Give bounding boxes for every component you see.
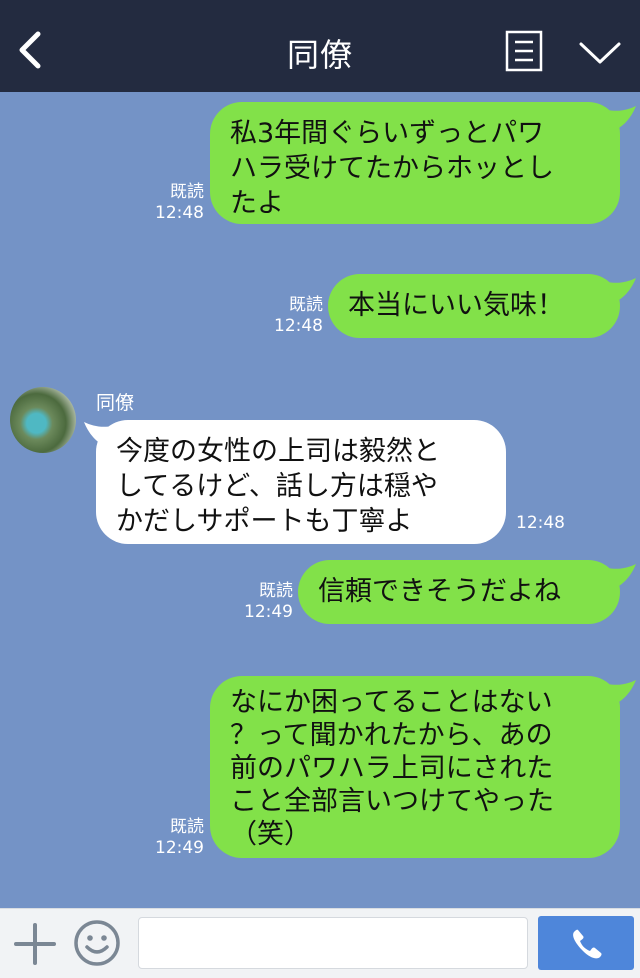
smiley-icon [74,920,120,966]
message-meta: 既読 12:49 [244,581,293,623]
message-meta: 既読 12:48 [274,295,323,337]
message-line: ハラ受けてたからホッとし [230,153,554,184]
message-line: （笑） [230,819,311,850]
message-line: こと全部言いつけてやった [230,786,554,817]
message-line: 前のパワハラ上司にされた [230,753,554,784]
message-line: してるけど、話し方は穏や [116,471,438,502]
message-bubble[interactable]: 本当にいい気味！ [328,274,620,338]
bubble-tail [608,106,636,132]
call-button[interactable] [538,916,634,970]
bubble-tail [608,564,636,590]
message-time: 12:49 [155,838,204,858]
message-time: 12:48 [274,316,323,336]
chat-area[interactable]: 既読 12:48 私3年間ぐらいずっとパワ ハラ受けてたからホッとし たよ 既読… [0,92,640,908]
plus-icon [14,923,56,965]
collapse-button[interactable] [578,38,622,68]
message-time: 12:48 [516,513,565,533]
message-line: 本当にいい気味！ [348,290,564,321]
emoji-button[interactable] [73,919,121,967]
message-meta: 12:48 [516,513,565,534]
sender-name: 同僚 [96,392,135,414]
message-bubble[interactable]: 私3年間ぐらいずっとパワ ハラ受けてたからホッとし たよ [210,102,620,224]
message-line: 今度の女性の上司は毅然と [116,436,440,467]
message-line: 信頼できそうだよね [318,576,561,607]
chat-title: 同僚 [286,36,353,74]
message-meta: 既読 12:48 [155,182,204,224]
message-time: 12:48 [155,203,204,223]
message-line: かだしサポートも丁寧よ [116,506,413,537]
document-menu-icon [505,30,543,72]
avatar[interactable] [10,387,76,453]
read-receipt: 既読 [170,182,204,202]
chevron-down-icon [579,42,621,64]
message-meta: 既読 12:49 [155,817,204,859]
chat-header: 同僚 [0,0,640,92]
message-line: ？って聞かれたから、あの [230,720,553,751]
message-input[interactable] [138,917,528,969]
read-receipt: 既読 [259,581,293,601]
message-line: 私3年間ぐらいずっとパワ [230,118,545,149]
read-receipt: 既読 [289,295,323,315]
bubble-tail [608,278,636,304]
read-receipt: 既読 [170,817,204,837]
message-bubble[interactable]: なにか困ってることはない ？って聞かれたから、あの 前のパワハラ上司にされた こ… [210,676,620,858]
message-line: なにか困ってることはない [230,687,553,718]
bubble-tail [608,680,636,706]
message-time: 12:49 [244,602,293,622]
message-bubble[interactable]: 今度の女性の上司は毅然と してるけど、話し方は穏や かだしサポートも丁寧よ [96,420,506,544]
add-button[interactable] [14,923,56,965]
phone-icon [573,929,602,959]
input-bar [0,908,640,978]
message-line: たよ [230,188,284,219]
message-bubble[interactable]: 信頼できそうだよね [298,560,620,624]
menu-button[interactable] [505,30,543,72]
